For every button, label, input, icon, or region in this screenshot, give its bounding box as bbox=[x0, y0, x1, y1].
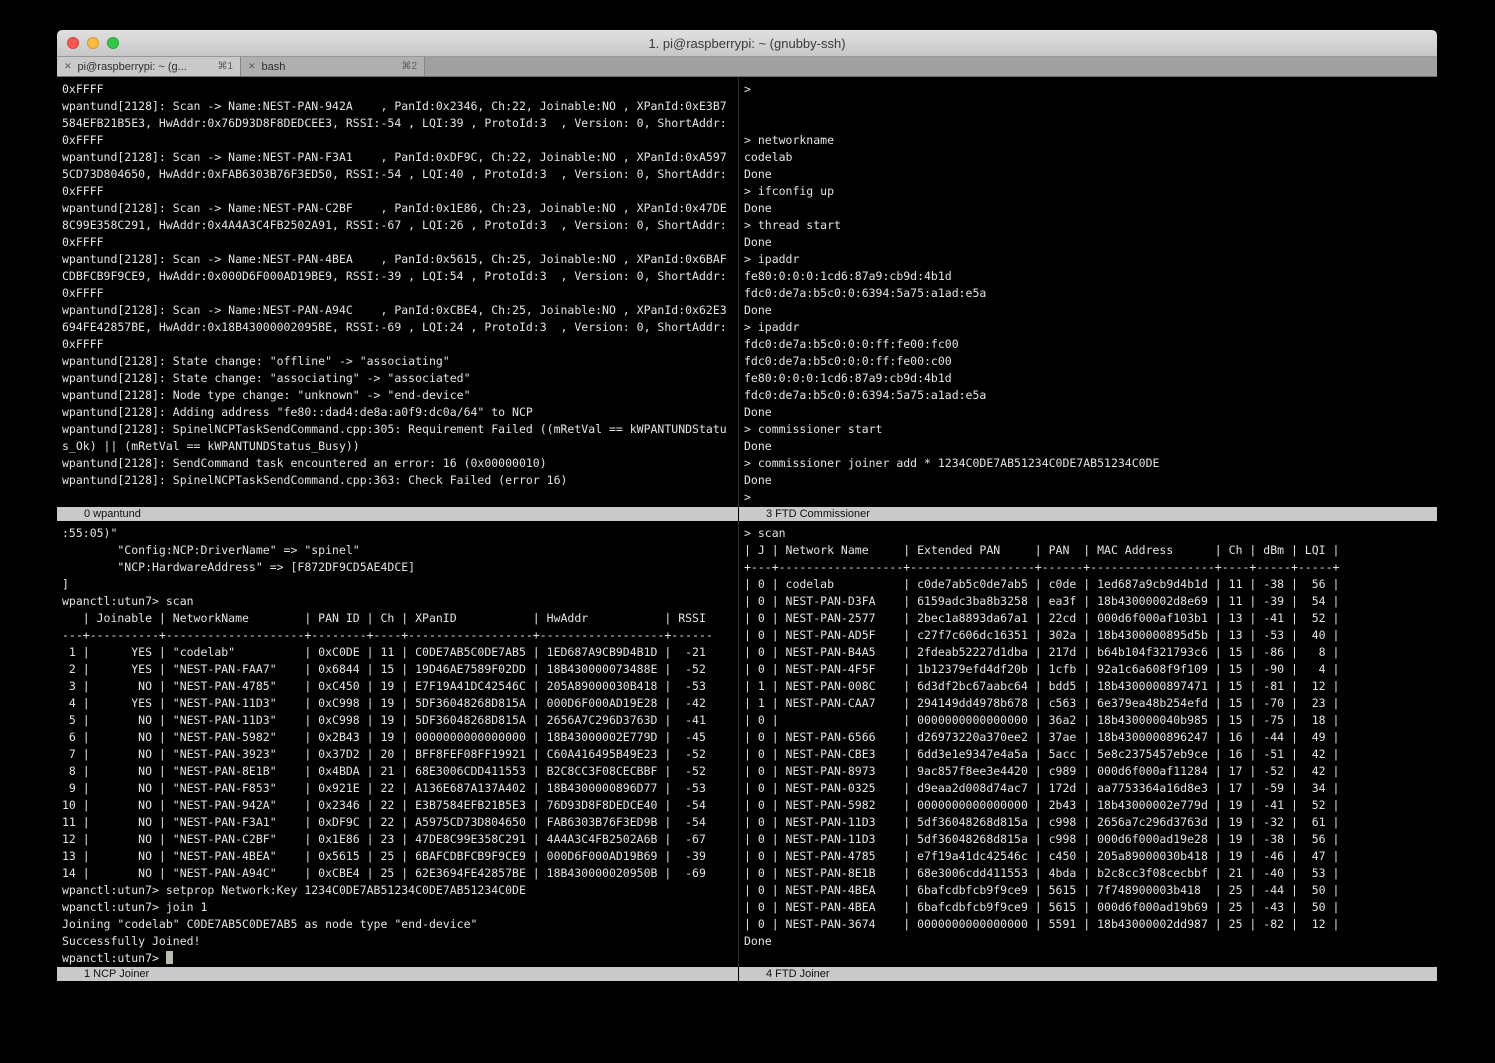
window-titlebar[interactable]: 1. pi@raspberrypi: ~ (gnubby-ssh) bbox=[57, 30, 1437, 57]
terminal-output-ftd-joiner: > scan | J | Network Name | Extended PAN… bbox=[739, 521, 1437, 950]
desktop-background: 1. pi@raspberrypi: ~ (gnubby-ssh) ✕ pi@r… bbox=[0, 0, 1495, 1063]
pane-wpantund[interactable]: 0xFFFF wpantund[2128]: Scan -> Name:NEST… bbox=[57, 77, 738, 507]
tab-bar: ✕ pi@raspberrypi: ~ (g... ⌘1 ✕ bash ⌘2 bbox=[57, 57, 1437, 77]
pane-titlebar-row-bottom: 1 NCP Joiner 4 FTD Joiner bbox=[57, 967, 1437, 981]
terminal-output-ncp-joiner: :55:05)" "Config:NCP:DriverName" => "spi… bbox=[57, 521, 738, 967]
tab-ssh-session[interactable]: ✕ pi@raspberrypi: ~ (g... ⌘1 bbox=[57, 57, 241, 76]
tab-shortcut-badge: ⌘1 bbox=[217, 61, 233, 72]
tab-label: bash bbox=[262, 61, 396, 73]
terminal-cursor bbox=[166, 951, 173, 964]
pane-ftd-commissioner[interactable]: > > networkname codelab Done > ifconfig … bbox=[739, 77, 1437, 507]
terminal-window: 1. pi@raspberrypi: ~ (gnubby-ssh) ✕ pi@r… bbox=[57, 30, 1437, 987]
pane-ftd-joiner[interactable]: > scan | J | Network Name | Extended PAN… bbox=[739, 521, 1437, 967]
zoom-window-button[interactable] bbox=[107, 37, 119, 49]
tab-close-icon[interactable]: ✕ bbox=[248, 62, 256, 71]
tab-label: pi@raspberrypi: ~ (g... bbox=[78, 61, 212, 73]
pane-titlebar-ncp-joiner[interactable]: 1 NCP Joiner bbox=[57, 967, 738, 981]
pane-titlebar-ftd-commissioner[interactable]: 3 FTD Commissioner bbox=[739, 507, 1437, 521]
window-title: 1. pi@raspberrypi: ~ (gnubby-ssh) bbox=[648, 36, 845, 51]
pane-ncp-joiner[interactable]: :55:05)" "Config:NCP:DriverName" => "spi… bbox=[57, 521, 738, 967]
pane-titlebar-ftd-joiner[interactable]: 4 FTD Joiner bbox=[739, 967, 1437, 981]
tab-close-icon[interactable]: ✕ bbox=[64, 62, 72, 71]
pane-titlebar-wpantund[interactable]: 0 wpantund bbox=[57, 507, 738, 521]
tab-bash[interactable]: ✕ bash ⌘2 bbox=[241, 57, 425, 76]
pane-titlebar-row-top: 0 wpantund 3 FTD Commissioner bbox=[57, 507, 1437, 521]
close-window-button[interactable] bbox=[67, 37, 79, 49]
traffic-lights bbox=[67, 30, 119, 56]
terminal-output-ftd-commissioner: > > networkname codelab Done > ifconfig … bbox=[739, 77, 1437, 506]
minimize-window-button[interactable] bbox=[87, 37, 99, 49]
tmux-panes-container: 0xFFFF wpantund[2128]: Scan -> Name:NEST… bbox=[57, 77, 1437, 987]
terminal-output-wpantund: 0xFFFF wpantund[2128]: Scan -> Name:NEST… bbox=[57, 77, 738, 489]
tab-shortcut-badge: ⌘2 bbox=[401, 61, 417, 72]
